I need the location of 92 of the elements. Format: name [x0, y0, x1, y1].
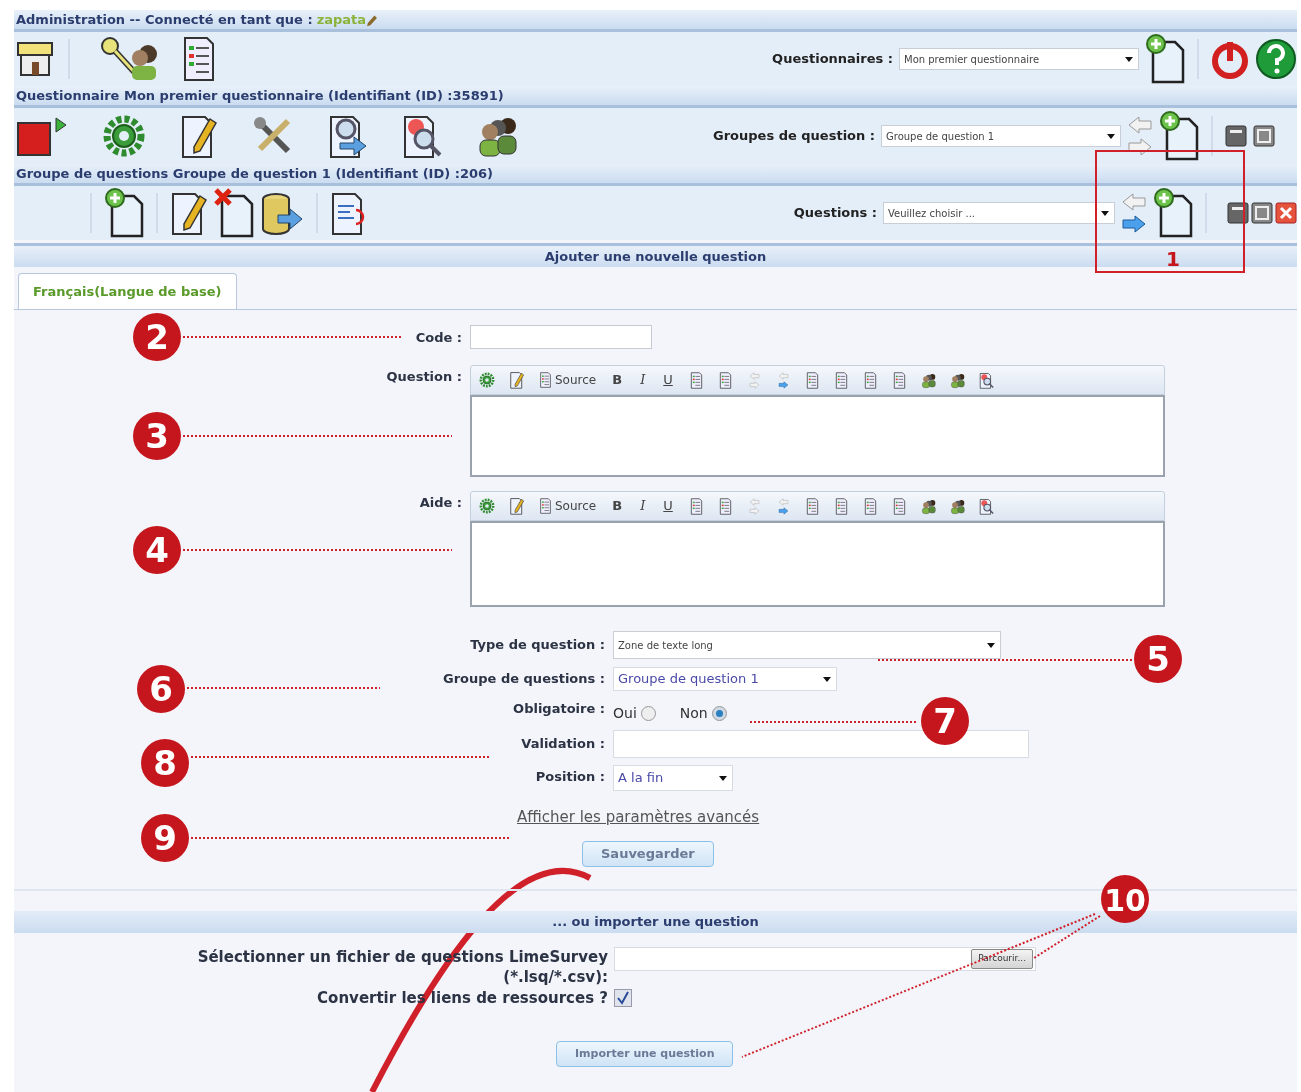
field-label: Groupe de questions :: [443, 670, 605, 688]
advanced-settings-link[interactable]: Afficher les paramètres avancés: [517, 808, 760, 826]
underline-button[interactable]: U: [661, 496, 675, 516]
dropdown-label: Questions :: [793, 204, 877, 223]
check-icon: [616, 991, 630, 1006]
select-value: Zone de texte long: [618, 638, 713, 653]
power-icon[interactable]: [1211, 39, 1249, 79]
add-document-icon[interactable]: [1145, 34, 1185, 84]
field-label: Type de question :: [470, 636, 605, 654]
select-value: A la fin: [618, 769, 664, 788]
select-value: Groupe de question 1: [886, 129, 995, 144]
indent-icon[interactable]: [775, 497, 791, 515]
add-document-icon[interactable]: [1159, 111, 1199, 161]
field-label: Aide :: [419, 494, 462, 512]
rich-text-area[interactable]: [470, 395, 1165, 477]
caret-icon: [1100, 209, 1110, 217]
callout-badge: 6: [137, 665, 185, 713]
callout-badge: 10: [1101, 875, 1149, 923]
header-text: Administration -- Connecté en tant que :: [16, 10, 313, 29]
callout-badge: 2: [133, 313, 181, 361]
minimize-icon[interactable]: [1225, 125, 1247, 147]
document-list-icon[interactable]: [182, 36, 216, 82]
question-type-dropdown[interactable]: Zone de texte long: [613, 631, 1001, 659]
caret-icon: [1106, 132, 1116, 140]
help-icon[interactable]: [1255, 38, 1297, 80]
position-dropdown[interactable]: A la fin: [613, 765, 733, 791]
indent-icon[interactable]: [775, 371, 791, 389]
add-document-icon[interactable]: [104, 188, 144, 238]
callout-badge: 7: [921, 697, 969, 745]
home-icon[interactable]: [16, 40, 54, 78]
delete-document-icon[interactable]: [214, 188, 254, 238]
callout-badge: 5: [1134, 635, 1182, 683]
group-dropdown[interactable]: Groupe de question 1: [881, 125, 1121, 147]
italic-button[interactable]: I: [638, 496, 648, 516]
italic-button[interactable]: I: [638, 370, 648, 390]
import-button[interactable]: Importer une question: [556, 1040, 734, 1067]
add-document-icon[interactable]: [1153, 188, 1193, 238]
field-label: Code :: [415, 329, 462, 347]
document-search-icon[interactable]: [328, 113, 368, 159]
database-export-icon[interactable]: [260, 191, 304, 235]
callout-badge: 4: [133, 526, 181, 574]
caret-icon: [822, 675, 832, 683]
underline-button[interactable]: U: [661, 370, 675, 390]
maximize-icon[interactable]: [1253, 125, 1275, 147]
radio-label: Oui: [613, 704, 637, 723]
header-text: Groupe de questions Groupe de question 1 (Identifiant (ID) :206): [14, 164, 1297, 186]
edit-document-icon[interactable]: [180, 113, 218, 159]
checkbox[interactable]: [614, 989, 632, 1008]
stop-play-icon[interactable]: [16, 115, 68, 157]
radio-label: Non: [679, 704, 708, 723]
callout-badge: 3: [133, 412, 181, 460]
caret-icon: [718, 774, 728, 782]
navigation-arrows-icon[interactable]: [1121, 192, 1147, 234]
document-icon: [539, 372, 552, 388]
dropdown-label: Groupes de question :: [713, 127, 875, 146]
section-title: ... ou importer une question: [14, 911, 1297, 933]
field-label: Obligatoire :: [513, 700, 605, 718]
callout-number: 1: [1166, 247, 1180, 271]
minimize-icon[interactable]: [1227, 202, 1249, 224]
document-icon: [539, 498, 552, 514]
edit-document-icon[interactable]: [170, 190, 208, 236]
gear-icon[interactable]: [102, 114, 146, 158]
header-text: Questionnaire Mon premier questionnaire (Identifiant (ID) :35891): [14, 86, 1297, 108]
field-label: Validation :: [521, 735, 605, 753]
template-icon[interactable]: [509, 371, 525, 389]
maximize-icon[interactable]: [1251, 202, 1273, 224]
dropdown-label: Questionnaires :: [772, 50, 893, 69]
caret-icon: [1124, 55, 1134, 63]
callout-badge: 8: [141, 739, 189, 787]
source-button[interactable]: Source: [539, 497, 597, 515]
callout-badge: 9: [141, 814, 189, 862]
navigation-arrows-icon[interactable]: [1127, 115, 1153, 157]
field-label: Question :: [386, 368, 462, 386]
bold-button[interactable]: B: [610, 370, 625, 390]
rich-text-area[interactable]: [470, 521, 1165, 607]
question-dropdown[interactable]: Veuillez choisir ...: [883, 202, 1115, 224]
code-input[interactable]: [470, 325, 652, 349]
template-icon[interactable]: [509, 497, 525, 515]
select-value: Mon premier questionnaire: [904, 52, 1040, 67]
pencil-icon[interactable]: [366, 12, 379, 27]
bold-button[interactable]: B: [610, 496, 625, 516]
save-button[interactable]: Sauvegarder: [582, 841, 714, 867]
select-value: Groupe de question 1: [618, 670, 759, 689]
document-arrow-icon[interactable]: [330, 190, 366, 236]
document-chart-icon[interactable]: [402, 113, 442, 159]
group-dropdown[interactable]: Groupe de question 1: [613, 667, 837, 691]
select-value: Veuillez choisir ...: [888, 206, 976, 221]
close-icon[interactable]: [1275, 202, 1297, 224]
survey-dropdown[interactable]: Mon premier questionnaire: [899, 48, 1139, 70]
field-label: Position :: [535, 768, 605, 786]
source-button[interactable]: Source: [539, 371, 597, 389]
caret-icon: [986, 641, 996, 649]
